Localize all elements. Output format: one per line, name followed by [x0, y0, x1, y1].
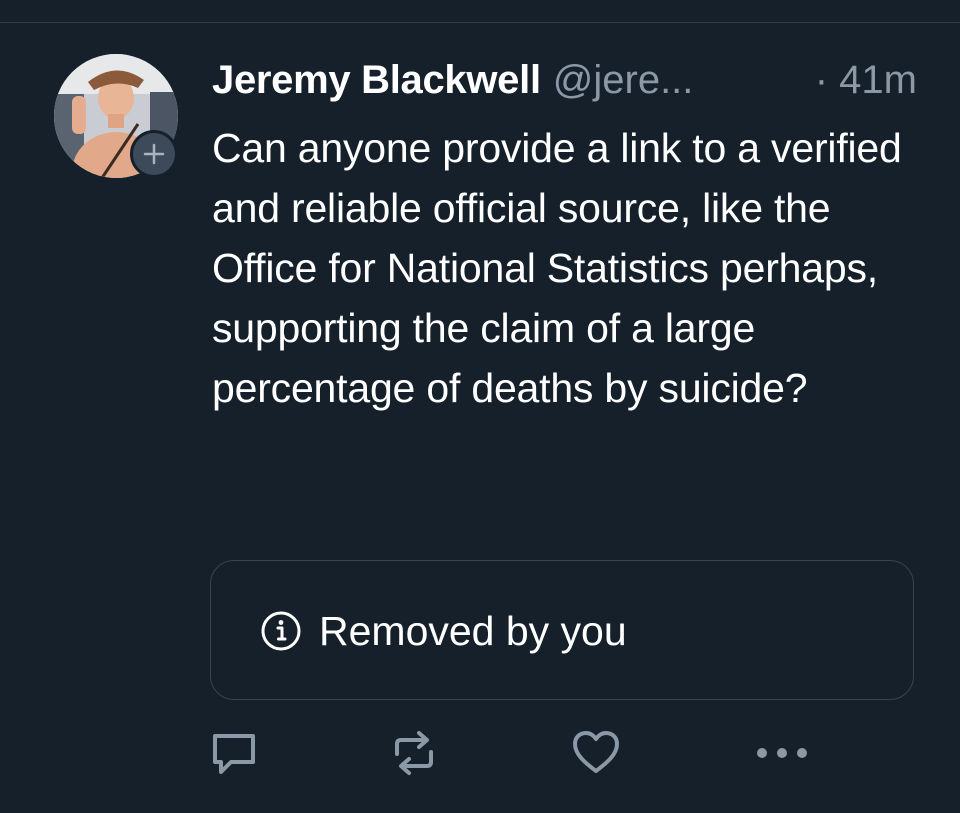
display-name[interactable]: Jeremy Blackwell — [212, 56, 541, 104]
timestamp[interactable]: · 41m — [815, 56, 917, 104]
removed-notice: Removed by you — [210, 560, 914, 700]
like-button[interactable] — [568, 725, 624, 781]
top-divider — [0, 22, 960, 23]
action-bar — [210, 725, 820, 781]
info-icon — [261, 611, 301, 651]
plus-icon — [143, 143, 165, 165]
more-icon — [757, 748, 807, 758]
tweet-text: Can anyone provide a link to a verified … — [212, 125, 902, 411]
tweet-header: Jeremy Blackwell @jere... · 41m — [212, 56, 917, 104]
retweet-icon — [395, 731, 433, 775]
reply-button[interactable] — [206, 725, 262, 781]
removed-notice-text: Removed by you — [319, 608, 627, 654]
retweet-button[interactable] — [386, 725, 442, 781]
user-handle[interactable]: @jere... — [553, 56, 694, 104]
reply-icon — [213, 734, 255, 774]
heart-icon — [573, 731, 619, 773]
follow-button[interactable] — [130, 130, 178, 178]
more-button[interactable] — [748, 725, 816, 781]
